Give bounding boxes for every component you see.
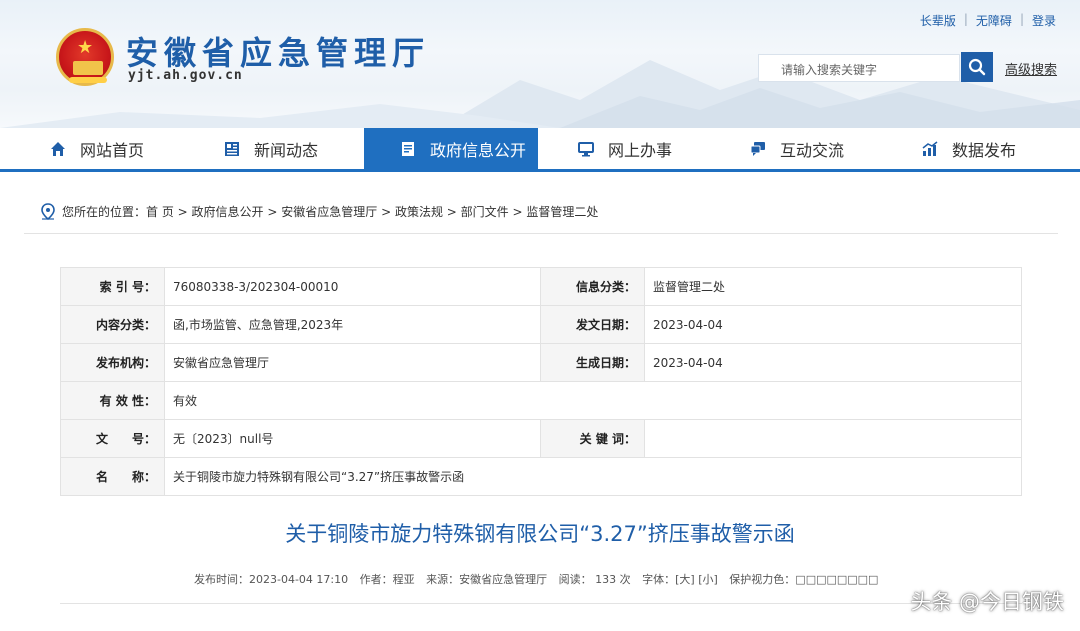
validity-value: 有效 [164,381,1022,420]
name-label: 名 称： [60,457,165,496]
table-row: 名 称： 关于铜陵市旋力特殊钢有限公司“3.27”挤压事故警示函 [60,457,1022,496]
national-emblem-icon: ★ [56,28,114,86]
accessibility-link[interactable]: 无障碍 [976,12,1012,29]
link-separator: | [963,12,968,26]
breadcrumb-dept-files[interactable]: 部门文件 [461,203,509,220]
breadcrumb-home[interactable]: 首 页 [146,203,174,220]
site-header: ★ 安徽省应急管理厅 yjt.ah.gov.cn 长辈版 | 无障碍 | 登录 … [0,0,1080,128]
breadcrumb-sep: > [173,204,192,219]
breadcrumb-dept[interactable]: 安徽省应急管理厅 [281,203,377,220]
category-label: 信息分类： [540,267,645,306]
gen-date-value: 2023-04-04 [644,343,1022,382]
top-links: 长辈版 | 无障碍 | 登录 [920,12,1056,29]
monitor-icon [578,141,594,156]
breadcrumb: 您所在的位置： 首 页 > 政府信息公开 > 安徽省应急管理厅 > 政策法规 >… [24,190,1058,234]
home-icon [51,141,65,156]
table-row: 文 号： 无〔2023〕null号 关 键 词： [60,419,1022,458]
name-value: 关于铜陵市旋力特殊钢有限公司“3.27”挤压事故警示函 [164,457,1022,496]
nav-item-gov-info[interactable]: 政府信息公开 [364,128,538,169]
issue-date-value: 2023-04-04 [644,305,1022,344]
search-input[interactable]: 请输入搜索关键字 [758,54,960,82]
nav-label: 互动交流 [780,140,845,160]
document-title: 关于铜陵市旋力特殊钢有限公司“3.27”挤压事故警示函 [285,522,795,546]
docno-label: 文 号： [60,419,165,458]
news-icon [225,141,239,156]
index-value: 76080338-3/202304-00010 [164,267,541,306]
publisher-label: 发布机构： [60,343,165,382]
location-pin-icon [41,202,55,220]
author: 作者：程亚 [359,573,415,586]
content-value: 函,市场监管、应急管理,2023年 [164,305,541,344]
nav-item-interaction[interactable]: 互动交流 [714,128,890,169]
docno-value: 无〔2023〕null号 [164,419,541,458]
table-row: 发布机构： 安徽省应急管理厅 生成日期： 2023-04-04 [60,343,1022,382]
nav-label: 网上办事 [608,140,673,160]
breadcrumb-sep: > [508,204,527,219]
breadcrumb-sep: > [263,204,282,219]
table-row: 索 引 号： 76080338-3/202304-00010 信息分类： 监督管… [60,267,1022,306]
breadcrumb-sep: > [377,204,395,219]
issue-date-label: 发文日期： [540,305,645,344]
document-meta: 发布时间：2023-04-04 17:10 作者：程亚 来源：安徽省应急管理厅 … [194,571,886,587]
validity-label: 有 效 性： [60,381,165,420]
nav-item-news[interactable]: 新闻动态 [182,128,364,169]
breadcrumb-policy[interactable]: 政策法规 [395,203,443,220]
breadcrumb-current[interactable]: 监督管理二处 [526,203,598,220]
eye-protection-color-control[interactable]: 保护视力色：□□□□□□□□ [729,573,878,586]
login-link[interactable]: 登录 [1032,12,1056,29]
content-label: 内容分类： [60,305,165,344]
gen-date-label: 生成日期： [540,343,645,382]
nav-label: 新闻动态 [254,140,319,160]
breadcrumb-gov-info[interactable]: 政府信息公开 [192,203,264,220]
nav-item-data-release[interactable]: 数据发布 [890,128,1080,169]
document-icon [402,141,414,156]
watermark: 头条 @今日钢铁 [910,590,1064,614]
nav-item-online-service[interactable]: 网上办事 [538,128,714,169]
chat-icon [750,141,765,156]
document-info-table: 索 引 号： 76080338-3/202304-00010 信息分类： 监督管… [60,267,1022,496]
nav-label: 数据发布 [952,140,1017,160]
keywords-label: 关 键 词： [540,419,645,458]
breadcrumb-sep: > [442,204,461,219]
font-size-control[interactable]: 字体：[大] [小] [642,573,718,586]
search-icon [968,58,986,76]
link-separator: | [1019,12,1024,26]
site-domain: yjt.ah.gov.cn [128,68,243,83]
main-nav: 网站首页 新闻动态 政府信息公开 网上办事 互动交流 数据发布 [0,128,1080,172]
read-count: 阅读： 133 次 [558,573,631,586]
category-value: 监督管理二处 [644,267,1022,306]
nav-label: 政府信息公开 [430,140,527,160]
publisher-value: 安徽省应急管理厅 [164,343,541,382]
advanced-search-link[interactable]: 高级搜索 [1005,59,1057,78]
table-row: 有 效 性： 有效 [60,381,1022,420]
breadcrumb-prefix: 您所在的位置： [62,205,147,219]
elder-version-link[interactable]: 长辈版 [920,12,956,29]
table-row: 内容分类： 函,市场监管、应急管理,2023年 发文日期： 2023-04-04 [60,305,1022,344]
search-button[interactable] [961,52,993,82]
source: 来源：安徽省应急管理厅 [426,573,548,586]
nav-label: 网站首页 [80,140,145,160]
keywords-value [644,419,1022,458]
index-label: 索 引 号： [60,267,165,306]
divider [60,603,1022,604]
nav-item-home[interactable]: 网站首页 [0,128,182,169]
chart-icon [922,140,938,156]
publish-time: 发布时间：2023-04-04 17:10 [194,573,349,586]
